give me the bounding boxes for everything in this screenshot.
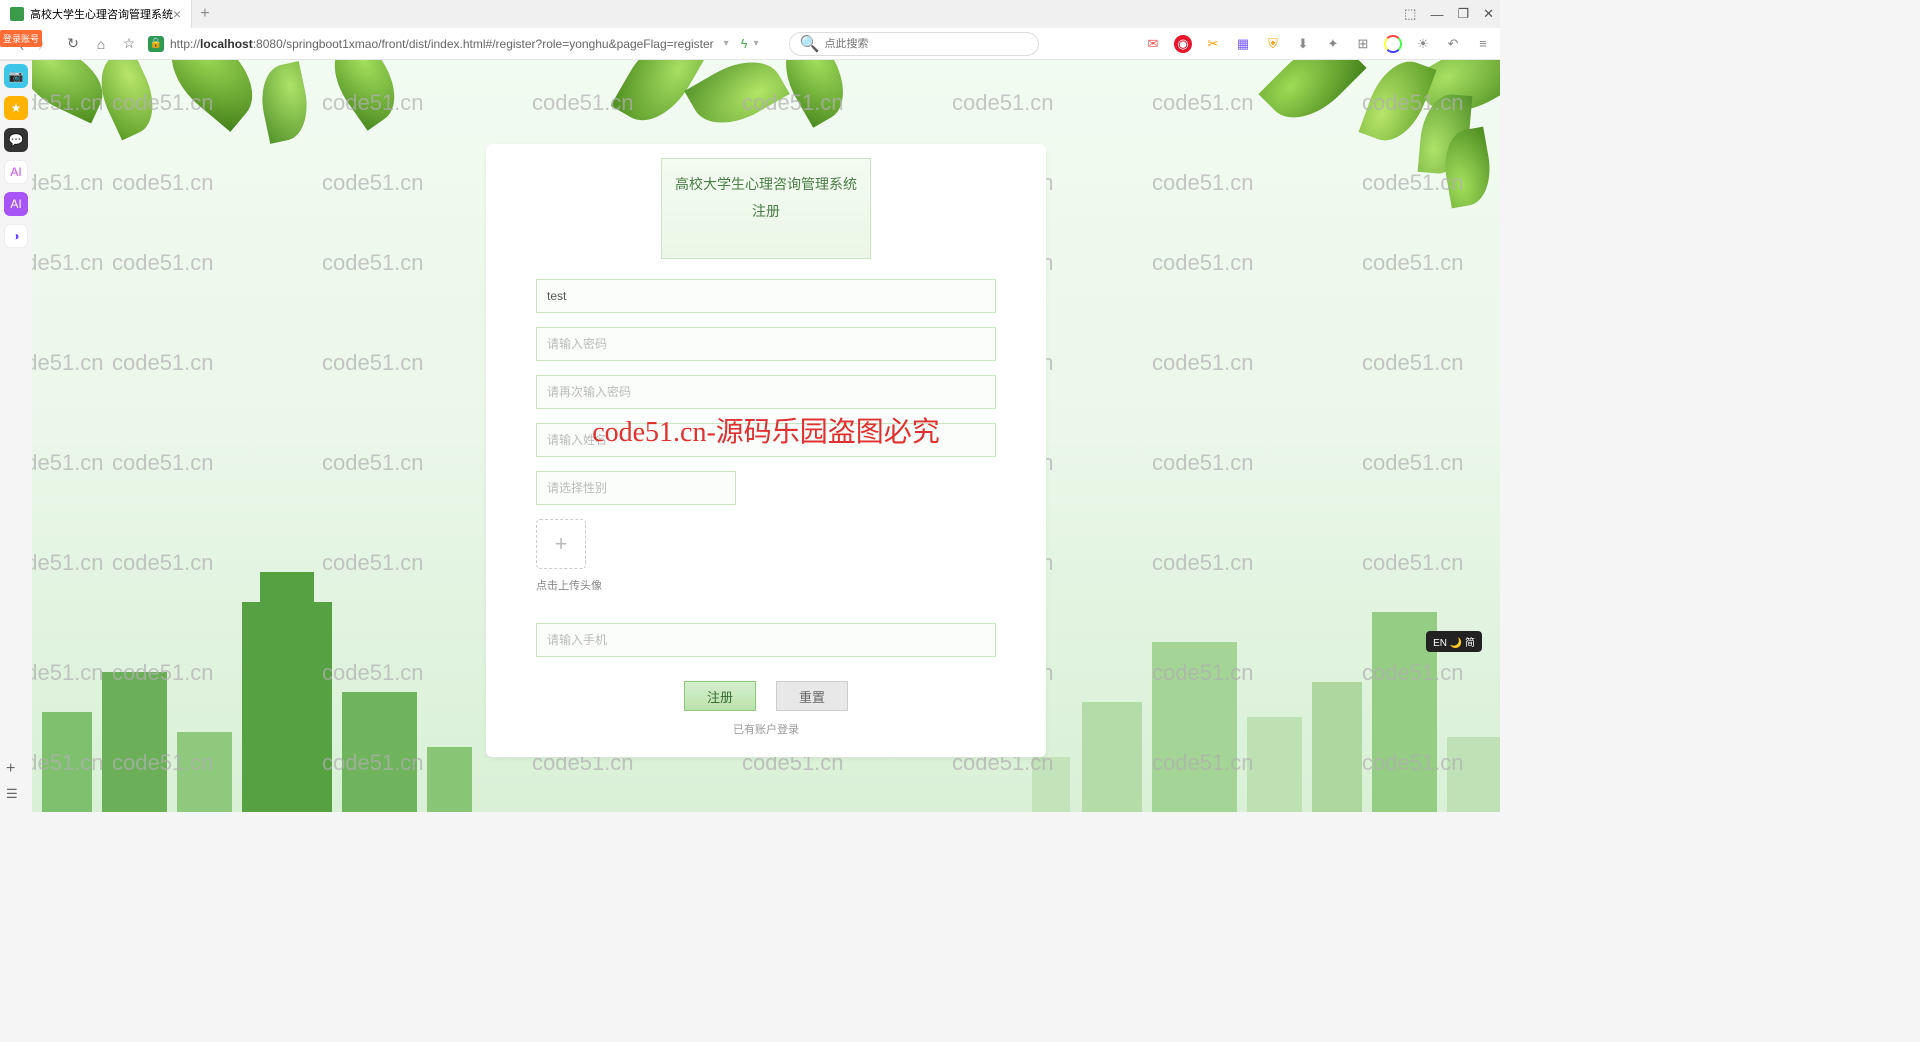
window-controls: ⬚ — ❐ ✕ (1404, 0, 1494, 28)
dock-app-4[interactable]: AI (4, 160, 28, 184)
browser-tab[interactable]: 高校大学生心理咨询管理系统 × (0, 0, 192, 28)
circle-icon[interactable] (1384, 35, 1402, 53)
password-input[interactable] (536, 327, 996, 361)
close-window-icon[interactable]: ✕ (1483, 6, 1494, 22)
side-dock: 📷 ★ 💬 AI AI ◑ (0, 60, 32, 248)
download-icon[interactable]: ⬇ (1294, 35, 1312, 53)
home-button[interactable]: ⌂ (92, 36, 110, 52)
apps-icon[interactable]: ⊞ (1354, 35, 1372, 53)
search-icon: 🔍 (800, 34, 820, 54)
menu-icon[interactable]: ≡ (1474, 35, 1492, 53)
dropdown-icon[interactable]: ▾ (754, 38, 759, 49)
bottom-dock: + ☰ (6, 760, 18, 802)
undo-icon[interactable]: ↶ (1444, 35, 1462, 53)
avatar-upload[interactable]: + (536, 519, 586, 569)
search-input[interactable] (825, 38, 1028, 50)
browser-chrome: 高校大学生心理咨询管理系统 × + ⬚ — ❐ ✕ 〈 〉 ↻ ⌂ ☆ 🔒 ht… (0, 0, 1500, 61)
dock-app-1[interactable]: 📷 (4, 64, 28, 88)
page-viewport: code51.cncode51.cncode51.cncode51.cncode… (32, 60, 1500, 812)
navigation-bar: 〈 〉 ↻ ⌂ ☆ 🔒 http://localhost:8080/spring… (0, 28, 1500, 60)
settings-icon[interactable]: ☀ (1414, 35, 1432, 53)
dock-app-5[interactable]: AI (4, 192, 28, 216)
leaf-decoration (255, 61, 315, 144)
close-icon[interactable]: × (173, 6, 181, 22)
register-card: 高校大学生心理咨询管理系统 注册 + 点击上传头像 注册 重置 已有账户登录 (486, 144, 1046, 757)
login-badge[interactable]: 登录账号 (0, 30, 42, 47)
form-title: 高校大学生心理咨询管理系统 注册 (661, 158, 871, 259)
plus-icon: + (555, 531, 568, 557)
add-button[interactable]: + (6, 760, 18, 778)
tab-bar: 高校大学生心理咨询管理系统 × + ⬚ — ❐ ✕ (0, 0, 1500, 28)
lock-icon: 🔒 (148, 36, 164, 52)
scissors-icon[interactable]: ✂ (1204, 35, 1222, 53)
url-text: http://localhost:8080/springboot1xmao/fr… (170, 37, 714, 51)
upload-hint: 点击上传头像 (536, 577, 996, 593)
leaf-decoration (1258, 60, 1366, 135)
new-tab-button[interactable]: + (200, 5, 209, 23)
tab-favicon (10, 7, 24, 21)
button-row: 注册 重置 (536, 681, 996, 711)
mail-icon[interactable]: ✉ (1144, 35, 1162, 53)
nickname-input[interactable] (536, 423, 996, 457)
minimize-icon[interactable]: — (1430, 7, 1443, 22)
register-button[interactable]: 注册 (684, 681, 756, 711)
reset-button[interactable]: 重置 (776, 681, 848, 711)
dock-app-3[interactable]: 💬 (4, 128, 28, 152)
password-confirm-input[interactable] (536, 375, 996, 409)
leaf-decoration (319, 60, 410, 131)
window-pin-icon[interactable]: ⬚ (1404, 6, 1416, 22)
tab-title: 高校大学生心理咨询管理系统 (30, 6, 173, 22)
username-input[interactable] (536, 279, 996, 313)
phone-input[interactable] (536, 623, 996, 657)
leaf-decoration (154, 60, 270, 132)
dropdown-icon[interactable]: ▾ (724, 38, 729, 49)
grid-icon[interactable]: ▦ (1234, 35, 1252, 53)
leaf-decoration (684, 60, 789, 139)
dock-app-6[interactable]: ◑ (4, 224, 28, 248)
puzzle-icon[interactable]: ✦ (1324, 35, 1342, 53)
ime-indicator[interactable]: EN 🌙 简 (1426, 631, 1482, 652)
list-button[interactable]: ☰ (6, 786, 18, 802)
gender-select[interactable] (536, 471, 736, 505)
dock-app-2[interactable]: ★ (4, 96, 28, 120)
favorite-button[interactable]: ☆ (120, 35, 138, 52)
toolbar-icons: ✉ ◉ ✂ ▦ ⛨ ⬇ ✦ ⊞ ☀ ↶ ≡ (1144, 35, 1492, 53)
reload-button[interactable]: ↻ (64, 35, 82, 52)
login-link[interactable]: 已有账户登录 (536, 721, 996, 737)
maximize-icon[interactable]: ❐ (1457, 6, 1469, 22)
lightning-icon[interactable]: ϟ (741, 36, 748, 51)
search-box[interactable]: 🔍 (789, 32, 1039, 56)
shield-icon[interactable]: ⛨ (1264, 35, 1282, 53)
address-bar[interactable]: 🔒 http://localhost:8080/springboot1xmao/… (148, 36, 759, 52)
weibo-icon[interactable]: ◉ (1174, 35, 1192, 53)
